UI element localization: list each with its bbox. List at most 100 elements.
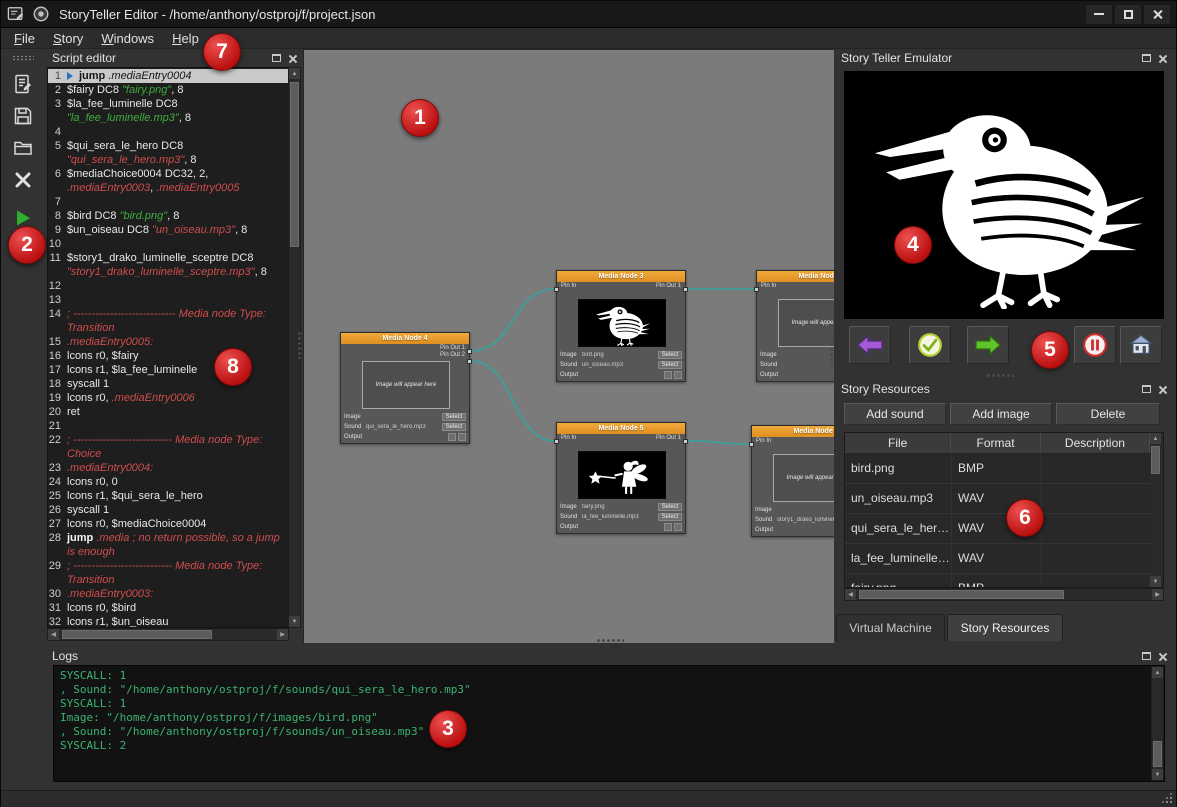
- splitter-handle[interactable]: [986, 373, 1014, 378]
- scroll-right-button[interactable]: ▶: [277, 629, 288, 640]
- script-line[interactable]: 2$fairy DC8 "fairy.png", 8: [48, 83, 288, 97]
- node-title[interactable]: Media Node 2: [757, 271, 834, 282]
- output-pin[interactable]: [683, 439, 688, 444]
- node-title[interactable]: Media Node 3: [557, 271, 685, 282]
- previous-button[interactable]: [849, 326, 891, 364]
- scrollbar-thumb[interactable]: [1153, 741, 1162, 767]
- scroll-left-button[interactable]: ◀: [845, 589, 856, 600]
- output-pin[interactable]: [683, 287, 688, 292]
- output-pin[interactable]: [467, 349, 472, 354]
- menu-windows[interactable]: Windows: [92, 29, 163, 48]
- splitter-handle[interactable]: [829, 337, 834, 365]
- close-project-button[interactable]: [7, 165, 39, 195]
- script-line[interactable]: 21: [48, 419, 288, 433]
- close-button[interactable]: [1144, 5, 1170, 24]
- node-title[interactable]: Media Node 6: [752, 426, 834, 437]
- column-header-description[interactable]: Description: [1041, 433, 1150, 453]
- script-line[interactable]: 31lcons r0, $bird: [48, 601, 288, 615]
- script-line[interactable]: 1jump .mediaEntry0004: [48, 69, 288, 83]
- new-script-button[interactable]: [7, 69, 39, 99]
- node-title[interactable]: Media Node 5: [557, 423, 685, 434]
- close-panel-icon[interactable]: [1158, 54, 1167, 63]
- script-line[interactable]: 14; ---------------------------- Media n…: [48, 307, 288, 335]
- script-line[interactable]: 6$mediaChoice0004 DC32, 2, .mediaEntry00…: [48, 167, 288, 195]
- home-button[interactable]: [1120, 326, 1162, 364]
- minimize-button[interactable]: [1086, 5, 1112, 24]
- script-line[interactable]: 10: [48, 237, 288, 251]
- table-horizontal-scrollbar[interactable]: ◀ ▶: [844, 588, 1164, 601]
- input-pin[interactable]: [554, 439, 559, 444]
- input-pin[interactable]: [749, 442, 754, 447]
- scroll-left-button[interactable]: ◀: [48, 629, 59, 640]
- script-line[interactable]: 16lcons r0, $fairy: [48, 349, 288, 363]
- script-line[interactable]: 28jump .media ; no return possible, so a…: [48, 531, 288, 559]
- toolbar-grip-handle[interactable]: [12, 55, 34, 61]
- table-vertical-scrollbar[interactable]: ▲ ▼: [1150, 433, 1163, 587]
- titlebar[interactable]: StoryTeller Editor - /home/anthony/ostpr…: [1, 1, 1176, 28]
- script-line[interactable]: 18syscall 1: [48, 377, 288, 391]
- logs-titlebar[interactable]: Logs: [45, 647, 1173, 665]
- delete-button[interactable]: Delete: [1056, 403, 1160, 425]
- resource-row[interactable]: fairy.pngBMP: [845, 574, 1163, 588]
- script-line[interactable]: 20ret: [48, 405, 288, 419]
- script-line[interactable]: 22; --------------------------- Media no…: [48, 433, 288, 461]
- float-panel-icon[interactable]: [272, 54, 281, 62]
- script-editor-titlebar[interactable]: Script editor: [45, 49, 303, 67]
- column-header-format[interactable]: Format: [951, 433, 1040, 453]
- script-line[interactable]: 4: [48, 125, 288, 139]
- close-panel-icon[interactable]: [1158, 652, 1167, 661]
- select-button[interactable]: Select: [658, 361, 682, 369]
- select-button[interactable]: Select: [658, 513, 682, 521]
- script-line[interactable]: 7: [48, 195, 288, 209]
- script-line[interactable]: 27lcons r0, $mediaChoice0004: [48, 517, 288, 531]
- node-title[interactable]: Media Node 4: [341, 333, 469, 344]
- save-button[interactable]: [7, 101, 39, 131]
- scrollbar-thumb[interactable]: [62, 630, 212, 639]
- output-option-icon[interactable]: [674, 523, 682, 531]
- graph-node6[interactable]: Media Node 6Pin InImage will appear here…: [751, 425, 834, 537]
- float-panel-icon[interactable]: [1142, 385, 1151, 393]
- scroll-down-button[interactable]: ▼: [1150, 576, 1161, 587]
- logs-vertical-scrollbar[interactable]: ▲ ▼: [1151, 666, 1164, 781]
- script-editor[interactable]: 1jump .mediaEntry00042$fairy DC8 "fairy.…: [47, 67, 289, 628]
- input-pin[interactable]: [554, 287, 559, 292]
- script-line[interactable]: 32lcons r1, $un_oiseau: [48, 615, 288, 628]
- scrollbar-thumb[interactable]: [1151, 446, 1160, 474]
- script-line[interactable]: 15.mediaEntry0005:: [48, 335, 288, 349]
- scrollbar-thumb[interactable]: [859, 590, 1064, 599]
- open-button[interactable]: [7, 133, 39, 163]
- script-line[interactable]: 5$qui_sera_le_hero DC8 "qui_sera_le_hero…: [48, 139, 288, 167]
- maximize-button[interactable]: [1115, 5, 1141, 24]
- script-line[interactable]: 23.mediaEntry0004:: [48, 461, 288, 475]
- splitter-handle[interactable]: [596, 638, 624, 643]
- resize-grip[interactable]: [1162, 793, 1172, 803]
- select-button[interactable]: Select: [442, 423, 466, 431]
- node-canvas[interactable]: Media Node 4Pin Out 1Pin Out 2Image will…: [303, 49, 834, 643]
- script-line[interactable]: 29; --------------------------- Media no…: [48, 559, 288, 587]
- close-panel-icon[interactable]: [288, 54, 297, 63]
- next-button[interactable]: [967, 326, 1009, 364]
- float-panel-icon[interactable]: [1142, 652, 1151, 660]
- pause-button[interactable]: [1074, 326, 1116, 364]
- script-horizontal-scrollbar[interactable]: ◀ ▶: [47, 628, 289, 641]
- output-option-icon[interactable]: [458, 433, 466, 441]
- graph-node5[interactable]: Media Node 5Pin InPin Out 1Imagefairy.pn…: [556, 422, 686, 534]
- script-line[interactable]: 9$un_oiseau DC8 "un_oiseau.mp3", 8: [48, 223, 288, 237]
- graph-node4[interactable]: Media Node 4Pin Out 1Pin Out 2Image will…: [340, 332, 470, 444]
- output-option-icon[interactable]: [448, 433, 456, 441]
- resources-titlebar[interactable]: Story Resources: [834, 380, 1173, 398]
- select-button[interactable]: Select: [658, 351, 682, 359]
- add-image-button[interactable]: Add image: [950, 403, 1052, 425]
- script-line[interactable]: 26syscall 1: [48, 503, 288, 517]
- script-line[interactable]: 12: [48, 279, 288, 293]
- tab-virtual-machine[interactable]: Virtual Machine: [836, 614, 945, 641]
- scroll-up-button[interactable]: ▲: [289, 68, 300, 79]
- tab-story-resources[interactable]: Story Resources: [947, 614, 1063, 641]
- resource-row[interactable]: un_oiseau.mp3WAV: [845, 484, 1163, 514]
- scroll-up-button[interactable]: ▲: [1152, 667, 1163, 678]
- resource-row[interactable]: la_fee_luminelle.mp3WAV: [845, 544, 1163, 574]
- scroll-right-button[interactable]: ▶: [1152, 589, 1163, 600]
- scroll-down-button[interactable]: ▼: [289, 616, 300, 627]
- script-line[interactable]: 19lcons r0, .mediaEntry0006: [48, 391, 288, 405]
- graph-node3[interactable]: Media Node 3Pin InPin Out 1Imagebird.png…: [556, 270, 686, 382]
